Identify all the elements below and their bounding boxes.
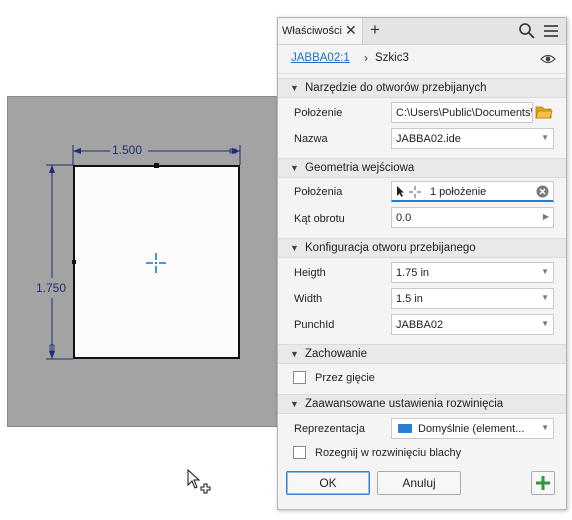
plus-icon [536,476,550,490]
width-label: Width [294,293,323,305]
punchid-label: PunchId [294,319,335,331]
breadcrumb-link[interactable]: JABBA02:1 [291,52,350,64]
section-header-behavior[interactable]: ▼ Zachowanie [278,344,566,364]
section-header-geometry[interactable]: ▼ Geometria wejściowa [278,158,566,178]
search-icon[interactable] [518,22,536,40]
chevron-down-icon: ▼ [290,163,299,173]
ok-button[interactable]: OK [286,471,370,495]
midpoint-marker [72,260,76,264]
eye-icon[interactable] [540,53,556,65]
clear-icon[interactable] [536,185,549,198]
midpoint-marker [154,163,159,168]
angle-input[interactable]: 0.0 ▶ [391,207,554,228]
punchid-value: JABBA02 [396,319,444,331]
representation-dropdown[interactable]: Domyślnie (element... ▼ [391,418,554,439]
height-value: 1.75 in [396,267,430,279]
section-header-tool[interactable]: ▼ Narzędzie do otworów przebijanych [278,78,566,98]
width-value: 1.5 in [396,293,423,305]
section-title: Zachowanie [305,348,368,360]
tab-properties[interactable]: Właściwości ✕ [278,18,363,44]
properties-panel: Właściwości ✕ + JABBA02:1 › Szkic3 ▼ Nar… [277,17,567,510]
panel-tabbar: Właściwości ✕ + [278,18,566,45]
name-value: JABBA02.ide [396,133,461,145]
add-tab-icon[interactable]: + [370,20,380,40]
chevron-down-icon: ▼ [290,83,299,93]
positions-label: Położenia [294,186,343,198]
folder-icon[interactable] [535,104,553,120]
section-title: Konfiguracja otworu przebijanego [305,242,476,254]
width-dropdown[interactable]: 1.5 in ▼ [391,288,554,309]
height-label: Heigth [294,267,326,279]
chevron-down-icon: ▼ [541,319,549,328]
select-point-icon [397,186,421,198]
close-icon[interactable]: ✕ [345,22,357,39]
chevron-down-icon: ▼ [290,349,299,359]
punchid-dropdown[interactable]: JABBA02 ▼ [391,314,554,335]
location-value: C:\Users\Public\Documents\ [396,107,532,119]
section-title: Zaawansowane ustawienia rozwinięcia [305,398,504,410]
breadcrumb: JABBA02:1 › Szkic3 [278,45,566,74]
height-dimension-label[interactable]: 1.750 [36,281,66,295]
chevron-down-icon: ▼ [541,423,549,432]
chevron-down-icon: ▼ [290,243,299,253]
chevron-right-icon[interactable]: ▶ [543,212,549,221]
angle-value: 0.0 [396,212,412,224]
section-title: Geometria wejściowa [305,162,415,174]
through-bend-checkbox[interactable] [293,371,306,384]
chevron-right-icon: › [364,51,368,65]
representation-value: Domyślnie (element... [418,423,525,435]
name-dropdown[interactable]: JABBA02.ide ▼ [391,128,554,149]
menu-icon[interactable] [543,23,559,39]
center-point-icon[interactable] [144,251,168,275]
section-title: Narzędzie do otworów przebijanych [305,82,487,94]
unfold-label: Rozegnij w rozwinięciu blachy [315,447,462,459]
breadcrumb-current: Szkic3 [375,52,409,64]
height-dropdown[interactable]: 1.75 in ▼ [391,262,554,283]
location-label: Położenie [294,107,343,119]
tab-label: Właściwości [282,25,342,37]
section-header-config[interactable]: ▼ Konfiguracja otworu przebijanego [278,238,566,258]
representation-icon [398,424,412,433]
positions-value: 1 położenie [430,186,487,198]
cancel-button[interactable]: Anuluj [377,471,461,495]
chevron-down-icon: ▼ [541,293,549,302]
name-label: Nazwa [294,133,328,145]
location-field[interactable]: C:\Users\Public\Documents\ [391,102,533,123]
width-dimension-label[interactable]: 1.500 [112,143,142,157]
positions-selector[interactable]: 1 położenie [391,181,554,202]
unfold-checkbox[interactable] [293,446,306,459]
through-bend-label: Przez gięcie [315,372,375,384]
chevron-down-icon: ▼ [541,133,549,142]
apply-button[interactable] [531,471,555,495]
section-header-unfold[interactable]: ▼ Zaawansowane ustawienia rozwinięcia [278,394,566,414]
mouse-cursor-icon [187,469,211,494]
representation-label: Reprezentacja [294,423,365,435]
chevron-down-icon: ▼ [290,399,299,409]
angle-label: Kąt obrotu [294,213,345,225]
chevron-down-icon: ▼ [541,267,549,276]
